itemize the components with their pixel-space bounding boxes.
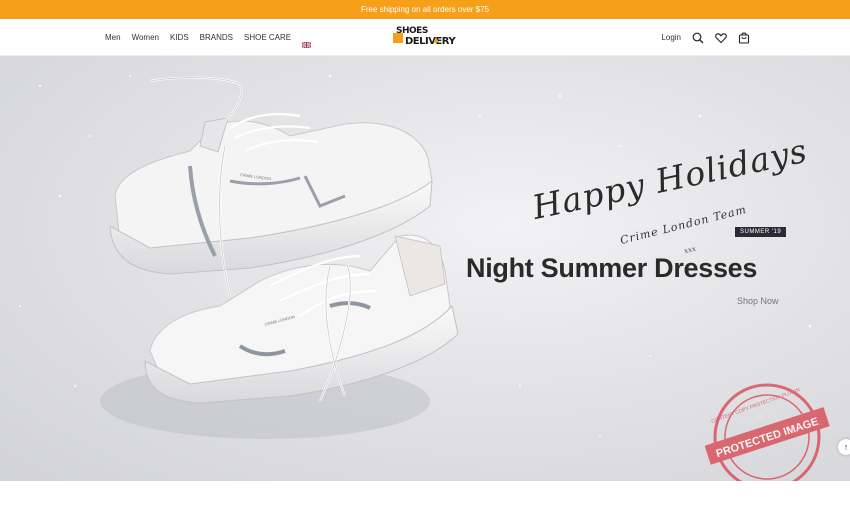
logo-line1: SHOES — [396, 26, 428, 36]
bag-icon[interactable] — [738, 32, 750, 44]
nav-item-women[interactable]: Women — [132, 33, 159, 42]
page-below-hero — [0, 481, 850, 505]
promo-text: Free shipping on all orders over $75 — [360, 5, 490, 14]
heart-icon[interactable] — [715, 32, 727, 44]
login-link[interactable]: Login — [661, 33, 681, 42]
header-actions: Login — [661, 19, 750, 56]
shop-now-link[interactable]: Shop Now — [737, 296, 779, 306]
site-logo[interactable]: SHOES DELIVERY — [393, 26, 459, 50]
season-badge: SUMMER '19 — [735, 227, 787, 237]
search-icon[interactable] — [692, 32, 704, 44]
logo-dot — [434, 39, 438, 43]
nav-item-kids[interactable]: KIDS — [170, 33, 189, 42]
main-nav: Men Women KIDS BRANDS SHOE CARE — [105, 19, 312, 56]
uk-flag-icon[interactable] — [301, 35, 312, 49]
scroll-to-top-button[interactable]: ↑ — [838, 439, 850, 455]
protected-image-watermark: CONTENT COPY PROTECTION PLUGIN PROTECTED… — [705, 383, 830, 481]
logo-line2: DELIVERY — [405, 36, 456, 47]
hero-title: Night Summer Dresses — [466, 253, 758, 283]
site-header: Men Women KIDS BRANDS SHOE CARE SHOES DE… — [0, 19, 850, 56]
hero-banner[interactable]: CRIME LONDON CRIME LONDON Happy Holidays — [0, 56, 850, 481]
nav-item-brands[interactable]: BRANDS — [200, 33, 233, 42]
nav-item-men[interactable]: Men — [105, 33, 121, 42]
nav-item-shoe-care[interactable]: SHOE CARE — [244, 33, 291, 42]
promo-bar: Free shipping on all orders over $75 — [0, 0, 850, 19]
arrow-up-icon: ↑ — [843, 442, 849, 452]
